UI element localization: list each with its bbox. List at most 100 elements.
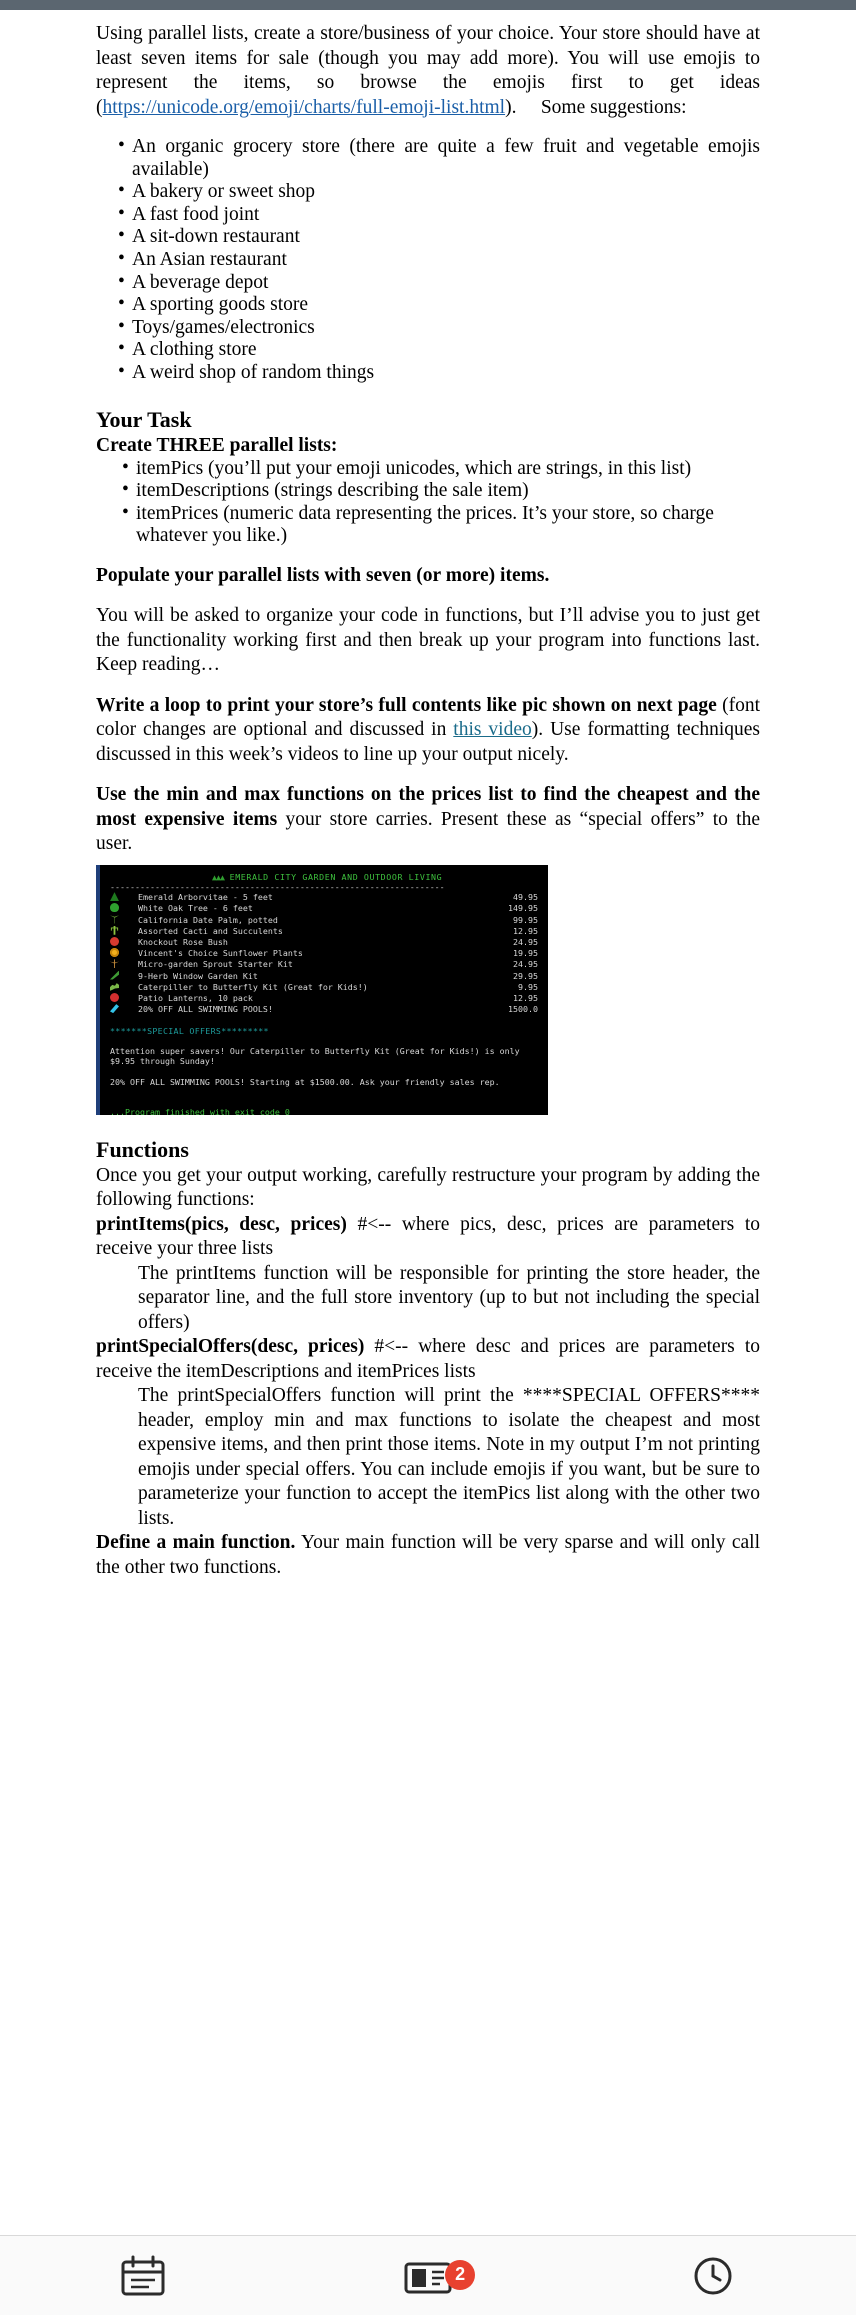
task-text: itemPics (you’ll put your emoji unicodes… [136,457,692,479]
list-item: A clothing store [96,338,760,362]
suggestion-text: A bakery or sweet shop [132,181,316,203]
item-description: California Date Palm, potted [138,914,278,925]
pdf-viewer-screen: Using parallel lists, create a store/bus… [0,0,856,2315]
calendar-icon [121,2255,165,2295]
item-price: 29.95 [513,970,538,981]
document-page: Using parallel lists, create a store/bus… [0,10,856,2235]
notification-badge: 2 [445,2259,476,2290]
list-item: A sit-down restaurant [96,225,760,249]
item-price: 99.95 [513,914,538,925]
intro-paragraph: Using parallel lists, create a store/bus… [96,22,760,120]
populate-instruction: Populate your parallel lists with seven … [96,564,550,586]
functions-intro: Once you get your output working, carefu… [96,1164,760,1211]
seedling-icon [110,959,138,970]
item-price: 12.95 [513,992,538,1003]
suggestion-text: Toys/games/electronics [132,316,315,338]
print-items-signature: printItems(pics, desc, prices) #<-- wher… [96,1213,760,1262]
terminal-separator: ----------------------------------------… [110,882,445,893]
item-description: Vincent's Choice Sunflower Plants [138,948,303,959]
list-item: itemDescriptions (strings describing the… [96,479,760,503]
write-loop-bold: Write a loop to print your store’s full … [96,694,717,716]
table-row: Knockout Rose Bush 24.95 [100,936,548,948]
table-row: 20% OFF ALL SWIMMING POOLS! 1500.0 [100,1004,548,1015]
item-description: Patio Lanterns, 10 pack [138,992,253,1003]
item-price: 24.95 [513,959,538,970]
suggestion-text: An organic grocery store (there are quit… [132,136,760,180]
item-description: 9-Herb Window Garden Kit [138,970,258,981]
table-row: California Date Palm, potted 99.95 [100,915,548,926]
suggestion-text: A sit-down restaurant [132,226,300,248]
rose-icon [110,936,138,948]
item-description: White Oak Tree - 6 feet [138,903,253,914]
list-item: Toys/games/electronics [96,316,760,340]
table-row: 9-Herb Window Garden Kit 29.95 [100,970,548,982]
table-row: Emerald Arborvitae - 5 feet 49.95 [100,892,548,903]
functions-heading: Functions [96,1136,189,1162]
nav-item-calendar[interactable] [0,2254,285,2298]
trees-icon: ▲▲▲ [212,871,225,882]
table-row: Vincent's Choice Sunflower Plants 19.95 [100,948,548,959]
exit-code-line: ...Program finished with exit code 0 [110,1107,290,1115]
print-items-description: The printItems function will be responsi… [138,1262,760,1333]
table-row: Assorted Cacti and Succulents 12.95 [100,925,548,937]
list-item: A beverage depot [96,271,760,295]
item-price: 12.95 [513,925,538,936]
minmax-paragraph: Use the min and max functions on the pri… [96,783,760,857]
herb-icon [110,970,138,982]
list-item: itemPrices (numeric data representing th… [96,502,760,548]
write-loop-paragraph: Write a loop to print your store’s full … [96,694,760,768]
item-price: 19.95 [513,948,538,959]
special-offer-line-2: 20% OFF ALL SWIMMING POOLS! Starting at … [110,1076,500,1087]
caterpillar-icon [110,982,138,993]
clock-icon [694,2257,732,2294]
bottom-navigation-bar: 2 [0,2235,856,2315]
task-text: itemPrices (numeric data representing th… [136,502,714,547]
list-item: A weird shop of random things [96,361,760,385]
nav-item-classes[interactable]: 2 [285,2254,570,2298]
special-offers-banner: *******SPECIAL OFFERS********* [110,1025,269,1036]
sunflower-icon [110,948,138,959]
item-price: 1500.0 [508,1004,538,1015]
item-price: 9.95 [518,981,538,992]
tree-dark-icon [110,892,138,903]
list-item: itemPics (you’ll put your emoji unicodes… [96,457,760,481]
top-status-bar [0,0,856,10]
table-row: Patio Lanterns, 10 pack 12.95 [100,992,548,1004]
this-video-link[interactable]: this video [453,719,531,740]
terminal-store-title: EMERALD CITY GARDEN AND OUTDOOR LIVING [229,871,443,882]
list-item: A fast food joint [96,203,760,227]
item-price: 149.95 [508,903,538,914]
item-price: 24.95 [513,936,538,947]
print-offers-signature: printSpecialOffers(desc, prices) #<-- wh… [96,1335,760,1384]
table-row: White Oak Tree - 6 feet 149.95 [100,903,548,914]
cactus-icon [110,925,138,937]
item-description: Caterpiller to Butterfly Kit (Great for … [138,981,368,992]
suggestion-text: A fast food joint [132,203,260,225]
suggestions-list: An organic grocery store (there are quit… [96,135,760,385]
advice-paragraph: You will be asked to organize your code … [96,605,760,676]
list-item: A sporting goods store [96,293,760,317]
print-offers-description: The printSpecialOffers function will pri… [138,1385,760,1529]
print-items-bold: printItems(pics, desc, prices) [96,1213,347,1235]
item-description: Assorted Cacti and Succulents [138,925,283,936]
table-row: Caterpiller to Butterfly Kit (Great for … [100,982,548,993]
suggestion-text: A weird shop of random things [132,361,375,383]
special-offer-line-1: Attention super savers! Our Caterpiller … [110,1045,525,1067]
swimming-pool-icon [110,1004,138,1015]
task-text: itemDescriptions (strings describing the… [136,480,529,502]
print-offers-bold: printSpecialOffers(desc, prices) [96,1336,365,1358]
suggestion-text: A clothing store [132,339,257,361]
table-row: Micro-garden Sprout Starter Kit 24.95 [100,959,548,970]
palm-tree-icon [110,915,138,926]
list-item: An organic grocery store (there are quit… [96,135,760,181]
suggestion-text: A sporting goods store [132,294,309,316]
nav-item-clock[interactable] [571,2254,856,2298]
item-price: 49.95 [513,892,538,903]
parallel-lists-list: itemPics (you’ll put your emoji unicodes… [96,457,760,548]
terminal-header-line: ▲▲▲ EMERALD CITY GARDEN AND OUTDOOR LIVI… [100,872,548,882]
item-description: Micro-garden Sprout Starter Kit [138,959,293,970]
create-three-lists-subheading: Create THREE parallel lists: [96,434,338,456]
main-function-bold: Define a main function. [96,1532,296,1554]
emoji-list-link[interactable]: https://unicode.org/emoji/charts/full-em… [103,97,506,118]
lantern-icon [110,992,138,1004]
